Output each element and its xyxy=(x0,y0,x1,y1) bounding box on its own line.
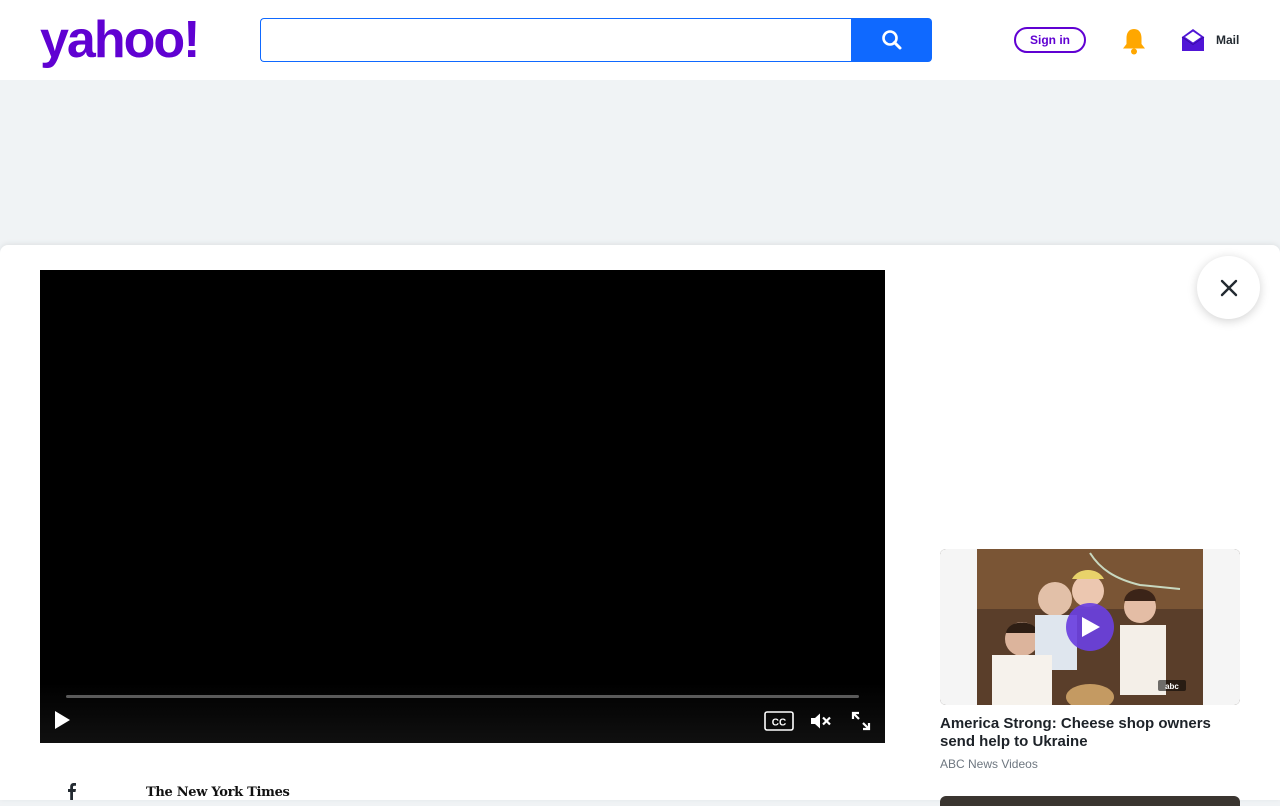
close-icon xyxy=(1220,279,1237,296)
publisher-logo[interactable]: The New York Times xyxy=(146,785,290,800)
sign-in-button[interactable]: Sign in xyxy=(1014,27,1086,53)
yahoo-logo[interactable]: yahoo! xyxy=(40,12,200,68)
mail-label: Mail xyxy=(1216,33,1240,47)
closed-captions-icon: CC xyxy=(764,711,794,731)
fullscreen-button[interactable] xyxy=(850,710,872,732)
mail-icon xyxy=(1181,29,1205,51)
facebook-icon xyxy=(68,783,76,800)
close-modal-button[interactable] xyxy=(1197,256,1260,319)
bell-icon xyxy=(1123,29,1145,55)
notifications-button[interactable] xyxy=(1120,26,1148,56)
recommended-video-source: ABC News Videos xyxy=(940,757,1038,771)
facebook-share-button[interactable] xyxy=(64,782,80,800)
search-icon xyxy=(881,30,901,50)
play-icon xyxy=(55,711,70,729)
site-header: yahoo! Sign in Mail xyxy=(0,0,1280,80)
captions-button[interactable]: CC xyxy=(764,710,794,732)
captions-label: CC xyxy=(772,718,786,729)
mail-link[interactable]: Mail xyxy=(1180,26,1239,54)
play-button[interactable] xyxy=(50,708,74,732)
recommended-video-thumbnail-next[interactable] xyxy=(940,796,1240,806)
video-player[interactable]: CC xyxy=(40,270,885,743)
search-button[interactable] xyxy=(851,18,932,62)
mute-toggle[interactable] xyxy=(810,710,832,732)
video-thumbnail-image: abc xyxy=(940,549,1240,705)
recommended-video-title[interactable]: America Strong: Cheese shop owners send … xyxy=(940,715,1240,751)
video-progress-bar[interactable] xyxy=(66,695,859,698)
video-controls-bar xyxy=(40,683,885,743)
volume-muted-icon xyxy=(811,713,831,729)
recommended-video-thumbnail[interactable]: abc xyxy=(940,549,1240,705)
abc-badge: abc xyxy=(1165,682,1179,691)
search-input[interactable] xyxy=(260,18,852,62)
expand-icon xyxy=(851,711,871,731)
